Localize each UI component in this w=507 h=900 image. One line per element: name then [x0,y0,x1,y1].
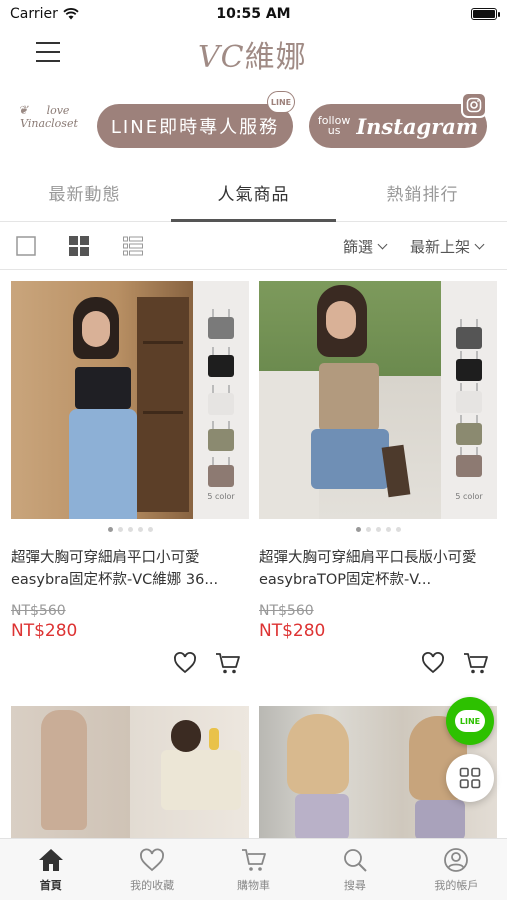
image-pager-dots [11,527,249,535]
filter-dropdown[interactable]: 篩選 [343,236,388,257]
color-swatch [456,383,482,413]
sale-price: NT$280 [259,621,326,641]
sort-dropdown[interactable]: 最新上架 [410,236,485,257]
nav-favorites[interactable]: 我的收藏 [101,839,202,900]
instagram-label: Instagram [356,113,479,139]
heart-icon[interactable] [173,651,197,675]
sort-label: 最新上架 [410,238,471,256]
original-price: NT$560 [259,603,314,619]
color-count-label: 5 color [207,492,235,501]
product-image[interactable] [11,706,249,840]
cart-icon [241,849,266,871]
follow-us-text: follow us [317,114,351,137]
view-toolbar: 篩選 最新上架 [0,222,507,270]
line-chat-icon: LINE [267,91,295,113]
app-header: VC維娜 [0,28,507,78]
nav-account[interactable]: 我的帳戶 [406,839,507,900]
bottom-nav: 首頁 我的收藏 購物車 搜尋 我的帳戶 [0,838,507,900]
color-swatch [208,309,234,339]
heart-icon[interactable] [421,651,445,675]
add-to-cart-icon[interactable] [215,651,241,675]
nav-favorites-label: 我的收藏 [130,879,175,892]
color-swatch [208,385,234,415]
status-bar: Carrier 10:55 AM [0,0,507,28]
clock: 10:55 AM [216,6,291,22]
color-swatch [456,319,482,349]
logo-chinese: 維娜 [244,40,307,75]
line-icon: LINE [455,710,485,732]
hamburger-icon[interactable] [36,42,60,62]
color-swatch [208,457,234,487]
product-image[interactable]: 5 color [11,281,249,519]
product-actions [11,651,249,691]
color-swatch [456,351,482,381]
line-service-button[interactable]: LINE即時專人服務 [97,104,293,148]
color-swatch [208,347,234,377]
leaf-icon: ❦ [18,103,29,117]
chevron-down-icon [474,239,485,250]
nav-search[interactable]: 搜尋 [304,839,405,900]
product-title[interactable]: 超彈大胸可穿細肩平口小可愛easybra固定杯款-VC維娜 36... [11,547,249,591]
product-actions [259,651,497,691]
script-logo-line-2: Vinacloset [20,117,78,130]
instagram-icon [461,92,487,118]
color-swatch-panel: 5 color [441,281,497,519]
line-chat-button[interactable]: LINE [446,697,494,745]
sale-price: NT$280 [11,621,78,641]
nav-account-label: 我的帳戶 [434,879,479,892]
original-price: NT$560 [11,603,66,619]
color-count-label: 5 color [455,492,483,501]
color-swatch [456,447,482,477]
color-swatch-panel: 5 color [193,281,249,519]
list-view-icon[interactable] [123,236,143,256]
line-service-label: LINE即時專人服務 [110,117,280,138]
account-icon [444,848,469,872]
heart-icon [140,848,165,872]
color-swatch [456,415,482,445]
promo-banner: ❦ love Vinacloset LINE即時專人服務 LINE follow… [0,91,507,156]
quick-menu-button[interactable] [446,754,494,802]
nav-cart-label: 購物車 [237,879,271,892]
tab-latest-news[interactable]: 最新動態 [0,170,169,221]
battery-icon [471,8,500,20]
product-card[interactable] [11,706,249,840]
color-swatch [208,421,234,451]
tab-popular-products[interactable]: 人氣商品 [169,170,338,222]
nav-home[interactable]: 首頁 [0,839,101,900]
grid-menu-icon [459,767,481,789]
product-image[interactable]: 5 color [259,281,497,519]
nav-home-label: 首頁 [39,879,62,892]
chevron-down-icon [377,239,388,250]
grid-view-icon[interactable] [69,236,89,256]
single-view-icon[interactable] [16,236,36,256]
image-pager-dots [259,527,497,535]
vinacloset-script-logo: ❦ love Vinacloset [14,104,84,148]
category-tabs: 最新動態 人氣商品 熱銷排行 [0,170,507,222]
brand-logo[interactable]: VC維娜 [198,32,307,76]
logo-latin: VC [198,40,245,75]
add-to-cart-icon[interactable] [463,651,489,675]
product-card[interactable]: 5 color 超彈大胸可穿細肩平口長版小可愛easybraTOP固定杯款-V.… [259,281,497,691]
tab-best-sellers[interactable]: 熱銷排行 [338,170,507,221]
search-icon [344,849,367,872]
nav-search-label: 搜尋 [343,879,366,892]
product-card[interactable]: 5 color 超彈大胸可穿細肩平口小可愛easybra固定杯款-VC維娜 36… [11,281,249,691]
product-title[interactable]: 超彈大胸可穿細肩平口長版小可愛easybraTOP固定杯款-V... [259,547,497,591]
product-photo [11,706,249,840]
nav-cart[interactable]: 購物車 [203,839,304,900]
home-icon [38,849,63,871]
filter-label: 篩選 [343,238,374,256]
